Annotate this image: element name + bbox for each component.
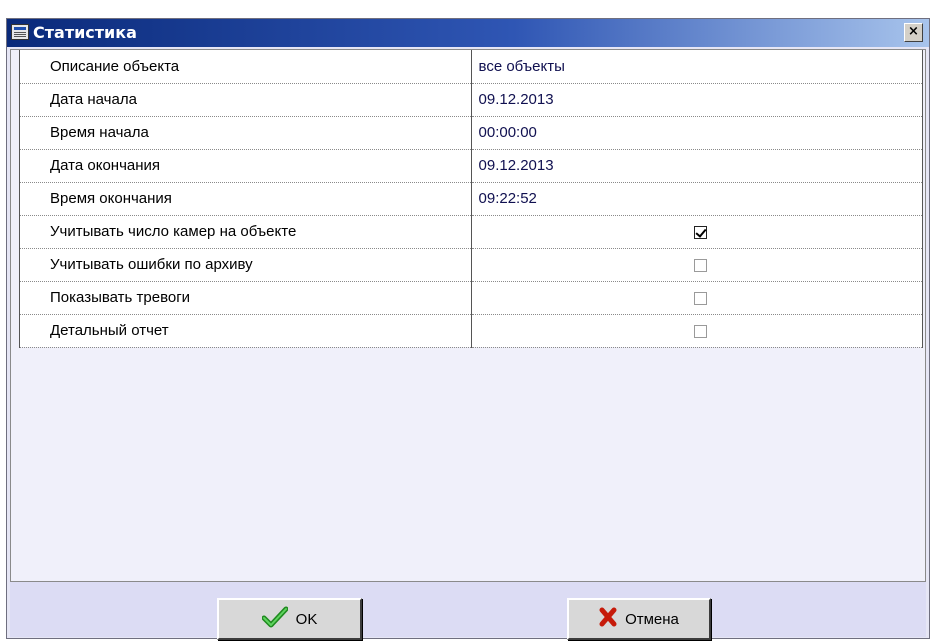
statistics-dialog: Статистика × Описание объекта все объект… xyxy=(6,18,930,640)
end-time-value[interactable]: 09:22:52 xyxy=(470,182,924,216)
button-bar: OK Отмена xyxy=(10,582,926,640)
start-time-value[interactable]: 00:00:00 xyxy=(470,116,924,150)
close-button[interactable]: × xyxy=(904,23,923,42)
property-row-show-alarms[interactable]: Показывать тревоги xyxy=(19,281,924,315)
property-row-object-description[interactable]: Описание объекта все объекты xyxy=(19,50,924,84)
property-label: Учитывать ошибки по архиву xyxy=(19,248,472,282)
show-alarms-checkbox[interactable] xyxy=(693,291,707,305)
property-label: Описание объекта xyxy=(19,50,472,84)
property-label: Учитывать число камер на объекте xyxy=(19,215,472,249)
property-table: Описание объекта все объекты Дата начала… xyxy=(19,50,924,348)
property-label: Детальный отчет xyxy=(19,314,472,348)
property-row-detailed-report[interactable]: Детальный отчет xyxy=(19,314,924,348)
property-label: Дата окончания xyxy=(19,149,472,183)
end-date-value[interactable]: 09.12.2013 xyxy=(470,149,924,183)
checkbox-cell xyxy=(470,215,924,249)
green-checkmark-icon xyxy=(261,606,289,632)
start-date-value[interactable]: 09.12.2013 xyxy=(470,83,924,117)
object-description-value[interactable]: все объекты xyxy=(470,50,924,84)
title-bar[interactable]: Статистика × xyxy=(7,19,929,47)
property-grid: Описание объекта все объекты Дата начала… xyxy=(10,49,926,582)
property-label: Дата начала xyxy=(19,83,472,117)
statistics-window-icon xyxy=(11,24,29,40)
property-row-count-cameras[interactable]: Учитывать число камер на объекте xyxy=(19,215,924,249)
property-label: Показывать тревоги xyxy=(19,281,472,315)
window-title: Статистика xyxy=(33,23,137,42)
property-row-start-date[interactable]: Дата начала 09.12.2013 xyxy=(19,83,924,117)
property-label: Время окончания xyxy=(19,182,472,216)
checkbox-cell xyxy=(470,281,924,315)
checkbox-cell xyxy=(470,314,924,348)
ok-button[interactable]: OK xyxy=(217,598,362,640)
cancel-button[interactable]: Отмена xyxy=(567,598,711,640)
ok-label: OK xyxy=(295,610,318,628)
cancel-label: Отмена xyxy=(625,610,679,628)
red-x-icon xyxy=(599,607,617,631)
property-row-end-date[interactable]: Дата окончания 09.12.2013 xyxy=(19,149,924,183)
archive-errors-checkbox[interactable] xyxy=(693,258,707,272)
count-cameras-checkbox[interactable] xyxy=(693,225,707,239)
property-label: Время начала xyxy=(19,116,472,150)
property-row-start-time[interactable]: Время начала 00:00:00 xyxy=(19,116,924,150)
detailed-report-checkbox[interactable] xyxy=(693,324,707,338)
property-row-end-time[interactable]: Время окончания 09:22:52 xyxy=(19,182,924,216)
checkbox-cell xyxy=(470,248,924,282)
property-row-archive-errors[interactable]: Учитывать ошибки по архиву xyxy=(19,248,924,282)
